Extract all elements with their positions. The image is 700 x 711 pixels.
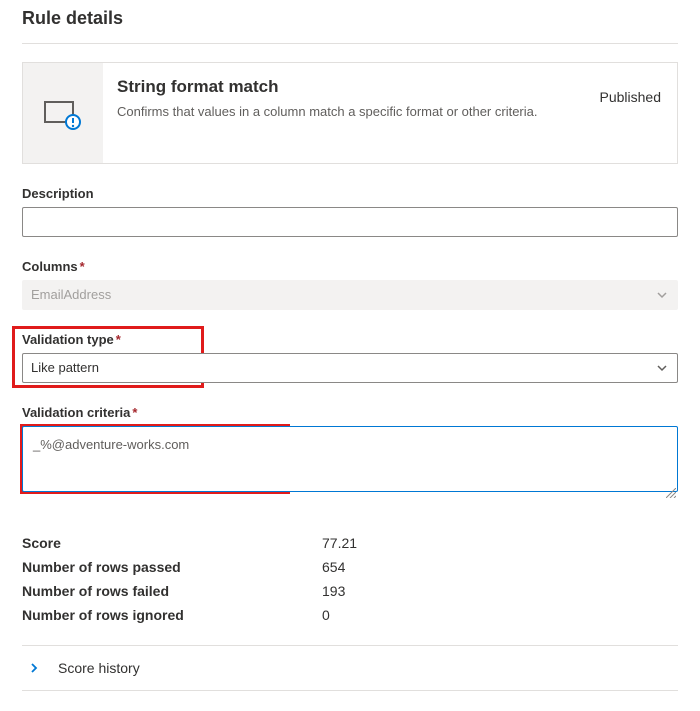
- chevron-right-icon: [28, 662, 40, 674]
- stat-row-passed: Number of rows passed 654: [22, 555, 678, 579]
- stat-label: Number of rows failed: [22, 583, 322, 599]
- columns-select[interactable]: EmailAddress: [22, 280, 678, 310]
- description-input[interactable]: [22, 207, 678, 237]
- stat-value: 193: [322, 583, 345, 599]
- rule-type-icon: [23, 63, 103, 163]
- validation-type-label: Validation type*: [22, 332, 678, 347]
- stat-label: Number of rows passed: [22, 559, 322, 575]
- rule-summary-card: String format match Confirms that values…: [22, 62, 678, 164]
- validation-type-select[interactable]: Like pattern: [22, 353, 678, 383]
- rule-description: Confirms that values in a column match a…: [117, 103, 584, 121]
- stat-value: 77.21: [322, 535, 357, 551]
- columns-label: Columns*: [22, 259, 678, 274]
- validation-criteria-label: Validation criteria*: [22, 405, 678, 420]
- page-title: Rule details: [22, 0, 678, 44]
- validation-criteria-input[interactable]: _%@adventure-works.com: [22, 426, 678, 492]
- stat-row-failed: Number of rows failed 193: [22, 579, 678, 603]
- stats-section: Score 77.21 Number of rows passed 654 Nu…: [22, 531, 678, 646]
- stat-row-score: Score 77.21: [22, 531, 678, 555]
- score-history-toggle[interactable]: Score history: [22, 646, 678, 691]
- stat-value: 0: [322, 607, 330, 623]
- stat-label: Score: [22, 535, 322, 551]
- stat-label: Number of rows ignored: [22, 607, 322, 623]
- stat-row-ignored: Number of rows ignored 0: [22, 603, 678, 627]
- rule-title: String format match: [117, 77, 584, 97]
- score-history-label: Score history: [58, 660, 140, 676]
- description-label: Description: [22, 186, 678, 201]
- rule-status: Published: [600, 77, 662, 105]
- stat-value: 654: [322, 559, 345, 575]
